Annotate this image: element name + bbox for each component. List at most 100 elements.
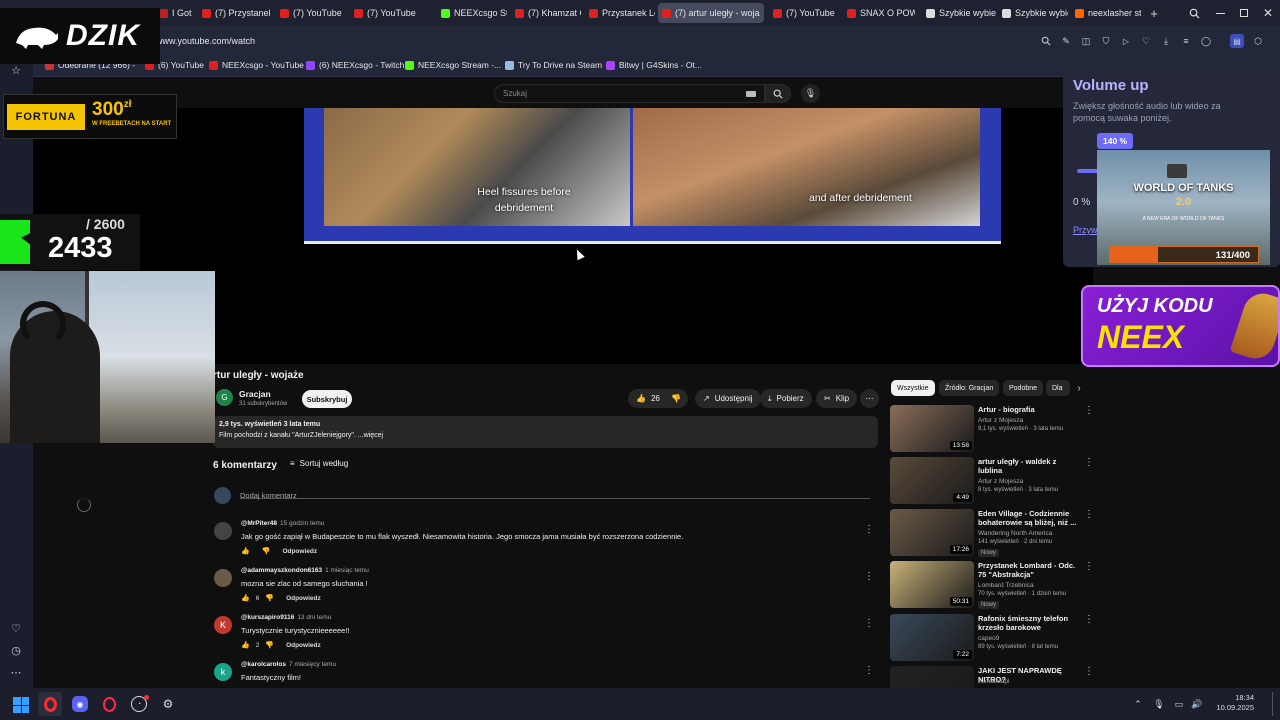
channel-avatar[interactable]: G bbox=[216, 389, 233, 406]
bookmark-item[interactable]: (6) NEEXcsgo - Twitch bbox=[306, 60, 404, 70]
yt-search-button[interactable] bbox=[765, 84, 791, 103]
volume-reset-link[interactable]: Przyw bbox=[1073, 225, 1098, 235]
recommended-channel[interactable]: Wandering North America bbox=[978, 530, 1052, 537]
close-window-icon[interactable]: ✕ bbox=[1260, 5, 1276, 21]
recommended-title[interactable]: Artur - biografia bbox=[978, 405, 1078, 414]
clip-button[interactable]: ✂ Klip bbox=[816, 389, 858, 408]
bookmark-item[interactable]: NEEXcsgo Stream -... bbox=[405, 60, 501, 70]
comment-time[interactable]: 1 miesiąc temu bbox=[325, 567, 369, 574]
dislike-button[interactable]: 👎 bbox=[664, 389, 688, 408]
recommended-menu-icon[interactable]: ⋮ bbox=[1084, 457, 1094, 468]
recommended-title[interactable]: Przystanek Lombard - Odc. 75 "Abstrakcja… bbox=[978, 561, 1078, 579]
recommended-menu-icon[interactable]: ⋮ bbox=[1084, 666, 1094, 677]
recommended-channel[interactable]: Artur z Mojesza bbox=[978, 417, 1023, 424]
download-icon[interactable]: ⤓ bbox=[1160, 35, 1172, 47]
comment-avatar[interactable]: K bbox=[214, 616, 232, 634]
recommended-menu-icon[interactable]: ⋮ bbox=[1084, 509, 1094, 520]
search-tabs-icon[interactable] bbox=[1186, 5, 1202, 21]
tab-9[interactable]: SNAX O POWR bbox=[843, 3, 915, 23]
bookmark-item[interactable]: NEEXcsgo - YouTube bbox=[209, 60, 304, 70]
video-thumbnail[interactable]: 13:58 bbox=[890, 405, 974, 452]
video-thumbnail[interactable]: 7:22 bbox=[890, 614, 974, 661]
download-button[interactable]: ⤓ Pobierz bbox=[760, 389, 812, 408]
recommended-title[interactable]: Eden Village - Codziennie bohaterowie są… bbox=[978, 509, 1078, 527]
chip[interactable]: Wszystkie bbox=[891, 380, 935, 396]
recommended-channel[interactable]: capeo9 bbox=[978, 635, 999, 642]
tab-3[interactable]: (7) YouTube bbox=[350, 3, 420, 23]
taskbar-clock[interactable]: 18:34 10.09.2025 bbox=[1210, 693, 1254, 713]
comment-menu-icon[interactable]: ⋮ bbox=[864, 571, 874, 582]
video-thumbnail[interactable]: 50:31 bbox=[890, 561, 974, 608]
camera-icon[interactable]: ◫ bbox=[1080, 35, 1092, 47]
recommended-video[interactable]: 50:31 Przystanek Lombard - Odc. 75 "Abstr… bbox=[890, 561, 1094, 609]
chip[interactable]: Źródło: Gracjan bbox=[939, 380, 1000, 396]
channel-name[interactable]: Gracjan bbox=[239, 389, 271, 399]
mic-tray-icon[interactable]: 🎙 bbox=[1152, 697, 1166, 711]
comment-avatar[interactable] bbox=[214, 522, 232, 540]
show-desktop-corner[interactable] bbox=[1272, 692, 1273, 716]
comment-time[interactable]: 13 dni temu bbox=[297, 614, 331, 621]
more-icon[interactable]: ⋯ bbox=[8, 664, 24, 680]
comment-like-icon[interactable]: 👍 bbox=[241, 594, 250, 602]
steam-icon[interactable]: ⚙ bbox=[160, 696, 176, 712]
speaker-icon[interactable]: 🔊 bbox=[1190, 697, 1204, 711]
extension-icon[interactable]: ⬡ bbox=[1252, 35, 1264, 47]
comment-author[interactable]: @adammayszkondon6163 bbox=[241, 567, 322, 574]
share-button[interactable]: ↗ Udostępnij bbox=[695, 389, 761, 408]
tab-4[interactable]: NEEXcsgo Stre bbox=[437, 3, 507, 23]
recommended-channel[interactable]: zumalatapl bbox=[978, 678, 1009, 685]
comment-like-icon[interactable]: 👍 bbox=[241, 641, 250, 649]
opera-icon[interactable] bbox=[38, 692, 62, 716]
profile-icon[interactable]: ◯ bbox=[1200, 35, 1212, 47]
comment-author[interactable]: @karolcarolos bbox=[241, 661, 286, 668]
recommended-video[interactable]: 17:26 Eden Village - Codziennie bohaterow… bbox=[890, 509, 1094, 557]
keyboard-icon[interactable] bbox=[746, 91, 756, 97]
opera-gx-icon[interactable] bbox=[101, 696, 117, 712]
bookmark-item[interactable]: Bitwy | G4Skins - Ot... bbox=[606, 60, 702, 70]
recommended-menu-icon[interactable]: ⋮ bbox=[1084, 561, 1094, 572]
menu-icon[interactable]: ≡ bbox=[1180, 35, 1192, 47]
tab-11[interactable]: Szybkie wybier bbox=[998, 3, 1068, 23]
recommended-menu-icon[interactable]: ⋮ bbox=[1084, 405, 1094, 416]
video-thumbnail[interactable]: 17:26 bbox=[890, 509, 974, 556]
tab-10[interactable]: Szybkie wybier bbox=[922, 3, 996, 23]
like-button[interactable]: 👍 26 bbox=[628, 389, 666, 408]
comment-dislike-icon[interactable]: 👎 bbox=[262, 547, 271, 555]
chip[interactable]: Podobne bbox=[1003, 380, 1044, 396]
bookmark-item[interactable]: Try To Drive na Steam bbox=[505, 60, 602, 70]
network-icon[interactable]: ▭ bbox=[1172, 697, 1186, 711]
comment-avatar[interactable] bbox=[214, 569, 232, 587]
tab-6[interactable]: Przystanek Lom bbox=[585, 3, 655, 23]
chip[interactable]: Dla bbox=[1046, 380, 1070, 396]
comment-menu-icon[interactable]: ⋮ bbox=[864, 665, 874, 676]
url-field[interactable]: www.youtube.com/watch bbox=[150, 33, 1030, 49]
edit-icon[interactable]: ✎ bbox=[1060, 35, 1072, 47]
tab-7[interactable]: (7) artur uległy - woja bbox=[658, 3, 764, 23]
comment-time[interactable]: 7 miesięcy temu bbox=[289, 661, 336, 668]
comment-reply-button[interactable]: Odpowiedz bbox=[282, 548, 317, 555]
restore-window-icon[interactable] bbox=[1236, 5, 1252, 21]
tab-0[interactable]: I Got 5 O bbox=[155, 3, 193, 23]
tab-8[interactable]: (7) YouTube bbox=[769, 3, 839, 23]
comment-reply-button[interactable]: Odpowiedz bbox=[286, 642, 321, 649]
comment-reply-button[interactable]: Odpowiedz bbox=[286, 595, 321, 602]
recommended-title[interactable]: artur uległy - waldek z lublina bbox=[978, 457, 1078, 475]
sort-button[interactable]: ≡ Sortuj według bbox=[290, 459, 348, 468]
minimize-window-icon[interactable] bbox=[1212, 5, 1228, 21]
recommended-channel[interactable]: Artur z Mojesza bbox=[978, 478, 1023, 485]
history-icon[interactable]: ◷ bbox=[8, 642, 24, 658]
comment-like-icon[interactable]: 👍 bbox=[241, 547, 250, 555]
mic-icon[interactable]: 🎙 bbox=[801, 84, 820, 103]
recommended-title[interactable]: Rafonix śmieszny telefon krzesło barokow… bbox=[978, 614, 1078, 632]
chips-next-icon[interactable]: › bbox=[1073, 381, 1085, 395]
more-actions-button[interactable]: ⋯ bbox=[860, 389, 879, 408]
discord-icon[interactable]: ◉ bbox=[72, 696, 88, 712]
yt-search-input[interactable]: Szukaj bbox=[494, 84, 765, 103]
tab-12[interactable]: neexlasher stat bbox=[1071, 3, 1141, 23]
comment-time[interactable]: 15 godzin temu bbox=[280, 520, 324, 527]
comment-avatar[interactable]: k bbox=[214, 663, 232, 681]
recommended-video[interactable]: 13:58 Artur - biografia Artur z Mojesza 9,1… bbox=[890, 405, 1094, 453]
comment-menu-icon[interactable]: ⋮ bbox=[864, 524, 874, 535]
video-thumbnail[interactable]: 4:49 bbox=[890, 457, 974, 504]
new-tab-button[interactable]: + bbox=[1146, 5, 1162, 21]
